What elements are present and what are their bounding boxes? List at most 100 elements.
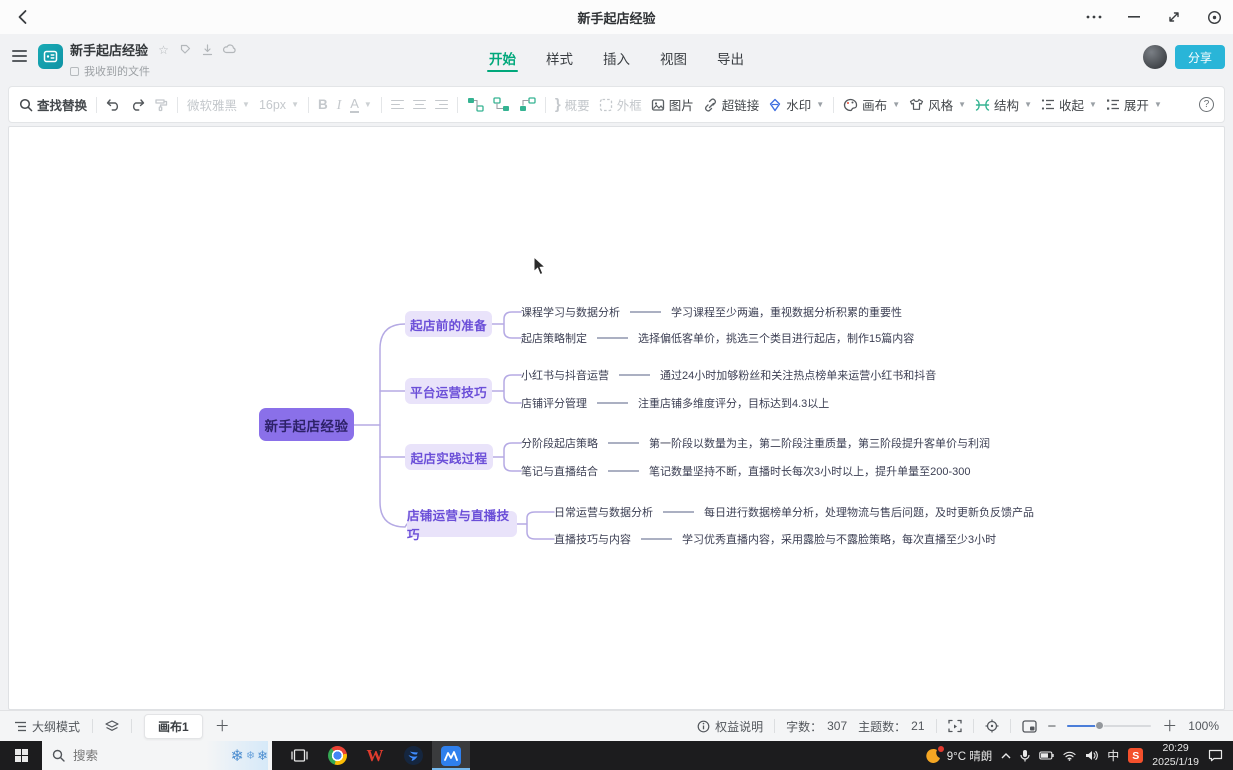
watermark-button[interactable]: 水印▼ <box>768 95 824 114</box>
taskbar-search[interactable]: ❄❄❄ <box>42 741 272 770</box>
wifi-icon[interactable] <box>1063 751 1076 761</box>
mindmap-subtopic[interactable]: 小红书与抖音运营 通过24小时加够粉丝和关注热点榜单来运营小红书和抖音 <box>521 367 936 383</box>
style-label: 风格 <box>928 95 953 114</box>
help-icon[interactable]: ? <box>1199 97 1214 112</box>
chrome-icon[interactable] <box>318 741 356 770</box>
font-size-value: 16px <box>259 98 286 112</box>
structure-button[interactable]: 结构▼ <box>975 95 1032 114</box>
subtopic-detail: 学习优秀直播内容，采用露脸与不露脸策略，每次直播至少3小时 <box>682 531 996 547</box>
subtopic-label: 起店策略制定 <box>521 330 587 346</box>
status-bar: 大纲模式 画布1 ＋ 权益说明 字数： 307 主题数： 21 <box>0 710 1233 741</box>
sogou-input-icon[interactable]: S <box>1128 748 1143 763</box>
subtopic-label: 店铺评分管理 <box>521 395 587 411</box>
summary-label: 概要 <box>565 95 590 114</box>
insert-sibling-topic-button[interactable] <box>493 97 510 112</box>
target-icon[interactable] <box>1205 8 1223 26</box>
italic-button[interactable]: I <box>337 97 342 113</box>
font-family-select[interactable]: 微软雅黑▼ <box>187 95 250 114</box>
task-view-icon[interactable] <box>280 741 318 770</box>
tab-view[interactable]: 视图 <box>658 36 689 78</box>
tab-style[interactable]: 样式 <box>544 36 575 78</box>
ime-indicator[interactable]: 中 <box>1107 747 1119 764</box>
zoom-out-button[interactable]: − <box>1048 719 1057 734</box>
dingtalk-icon[interactable] <box>394 741 432 770</box>
volume-icon[interactable] <box>1085 750 1098 761</box>
mindmap-canvas[interactable]: 新手起店经验 起店前的准备 平台运营技巧 起店实践过程 店铺运营与直播技巧 课程… <box>8 126 1225 710</box>
expand-button[interactable]: 展开▼ <box>1106 95 1162 114</box>
mindmap-subtopic[interactable]: 分阶段起店策略 第一阶段以数量为主，第二阶段注重质量，第三阶段提升客单价与利润 <box>521 435 990 451</box>
word-count-value: 307 <box>827 719 847 733</box>
mindmap-subtopic[interactable]: 课程学习与数据分析 学习课程至少两遍，重视数据分析积累的重要性 <box>521 304 902 320</box>
mindmap-branch-1[interactable]: 起店前的准备 <box>405 311 492 337</box>
weather-widget[interactable]: 9°C 晴朗 <box>926 748 993 764</box>
frame-button[interactable]: 外框 <box>599 95 642 114</box>
format-painter-button[interactable] <box>154 98 168 112</box>
undo-button[interactable] <box>106 98 121 111</box>
tab-insert[interactable]: 插入 <box>601 36 632 78</box>
battery-icon[interactable] <box>1039 751 1054 760</box>
subtopic-detail: 笔记数量坚持不断，直播时长每次3小时以上，提升单量至200-300 <box>649 463 971 479</box>
rights-info-button[interactable]: 权益说明 <box>697 718 763 735</box>
collapse-button[interactable]: 收起▼ <box>1041 95 1097 114</box>
search-input[interactable] <box>73 749 193 763</box>
font-size-select[interactable]: 16px▼ <box>259 98 299 112</box>
microphone-icon[interactable] <box>1020 749 1030 762</box>
notification-center-icon[interactable] <box>1208 749 1223 762</box>
zoom-slider-knob[interactable] <box>1095 721 1104 730</box>
minimize-icon[interactable] <box>1125 8 1143 26</box>
mindmap-subtopic[interactable]: 起店策略制定 选择偏低客单价，挑选三个类目进行起店，制作15篇内容 <box>521 330 914 346</box>
wps-icon[interactable]: W <box>356 741 394 770</box>
mindmap-branch-3[interactable]: 起店实践过程 <box>405 444 493 470</box>
zoom-in-button[interactable]: ＋ <box>1162 719 1177 734</box>
add-canvas-button[interactable]: ＋ <box>215 719 230 734</box>
avatar[interactable] <box>1143 45 1167 69</box>
outline-mode-button[interactable]: 大纲模式 <box>14 718 80 735</box>
word-count-label: 字数： <box>786 718 822 735</box>
redo-button[interactable] <box>130 98 145 111</box>
presentation-mode-icon[interactable] <box>948 719 962 733</box>
image-button[interactable]: 图片 <box>651 95 694 114</box>
hyperlink-button[interactable]: 超链接 <box>703 95 760 114</box>
align-center-button[interactable] <box>413 100 426 110</box>
style-button[interactable]: 风格▼ <box>909 95 966 114</box>
mindmap-subtopic[interactable]: 店铺评分管理 注重店铺多维度评分，目标达到4.3以上 <box>521 395 829 411</box>
mindmap-branch-4[interactable]: 店铺运营与直播技巧 <box>407 511 517 537</box>
taskbar-clock[interactable]: 20:29 2025/1/19 <box>1152 742 1199 768</box>
connector-line <box>641 538 672 539</box>
zoom-slider[interactable] <box>1067 725 1151 728</box>
clock-time: 20:29 <box>1152 742 1199 755</box>
mindmap-root-topic[interactable]: 新手起店经验 <box>259 408 354 441</box>
mindmap-app-icon[interactable] <box>432 741 470 770</box>
bold-button[interactable]: B <box>318 97 328 112</box>
canvas-tab-1[interactable]: 画布1 <box>144 714 203 739</box>
insert-child-topic-button[interactable] <box>467 97 484 112</box>
structure-label: 结构 <box>994 95 1019 114</box>
tab-start[interactable]: 开始 <box>487 36 518 78</box>
more-options-icon[interactable] <box>1085 8 1103 26</box>
subtopic-label: 小红书与抖音运营 <box>521 367 609 383</box>
mindmap-subtopic[interactable]: 笔记与直播结合 笔记数量坚持不断，直播时长每次3小时以上，提升单量至200-30… <box>521 463 971 479</box>
canvas-button[interactable]: 画布▼ <box>843 95 900 114</box>
align-left-button[interactable] <box>391 100 404 110</box>
mindmap-subtopic[interactable]: 日常运营与数据分析 每日进行数据榜单分析，处理物流与售后问题，及时更新负反馈产品 <box>554 504 1034 520</box>
subtopic-label: 直播技巧与内容 <box>554 531 631 547</box>
locate-center-icon[interactable] <box>985 719 999 733</box>
share-button[interactable]: 分享 <box>1175 45 1225 69</box>
font-color-button[interactable]: A▼ <box>350 97 372 113</box>
find-replace-button[interactable]: 查找替换 <box>19 95 87 114</box>
insert-parent-topic-button[interactable] <box>519 97 536 112</box>
summary-button[interactable]: }概要 <box>555 95 590 114</box>
weather-snow-widget[interactable]: ❄❄❄ <box>206 741 268 770</box>
image-label: 图片 <box>669 95 694 114</box>
tray-expand-icon[interactable] <box>1001 753 1011 759</box>
layers-icon[interactable] <box>105 720 119 733</box>
tab-export[interactable]: 导出 <box>715 36 746 78</box>
subtopic-detail: 每日进行数据榜单分析，处理物流与售后问题，及时更新负反馈产品 <box>704 504 1034 520</box>
align-right-button[interactable] <box>435 100 448 110</box>
minimap-icon[interactable] <box>1022 720 1037 733</box>
mindmap-branch-2[interactable]: 平台运营技巧 <box>405 378 492 404</box>
expand-label: 展开 <box>1124 95 1149 114</box>
mindmap-subtopic[interactable]: 直播技巧与内容 学习优秀直播内容，采用露脸与不露脸策略，每次直播至少3小时 <box>554 531 996 547</box>
start-button[interactable] <box>0 741 42 770</box>
resize-icon[interactable] <box>1165 8 1183 26</box>
